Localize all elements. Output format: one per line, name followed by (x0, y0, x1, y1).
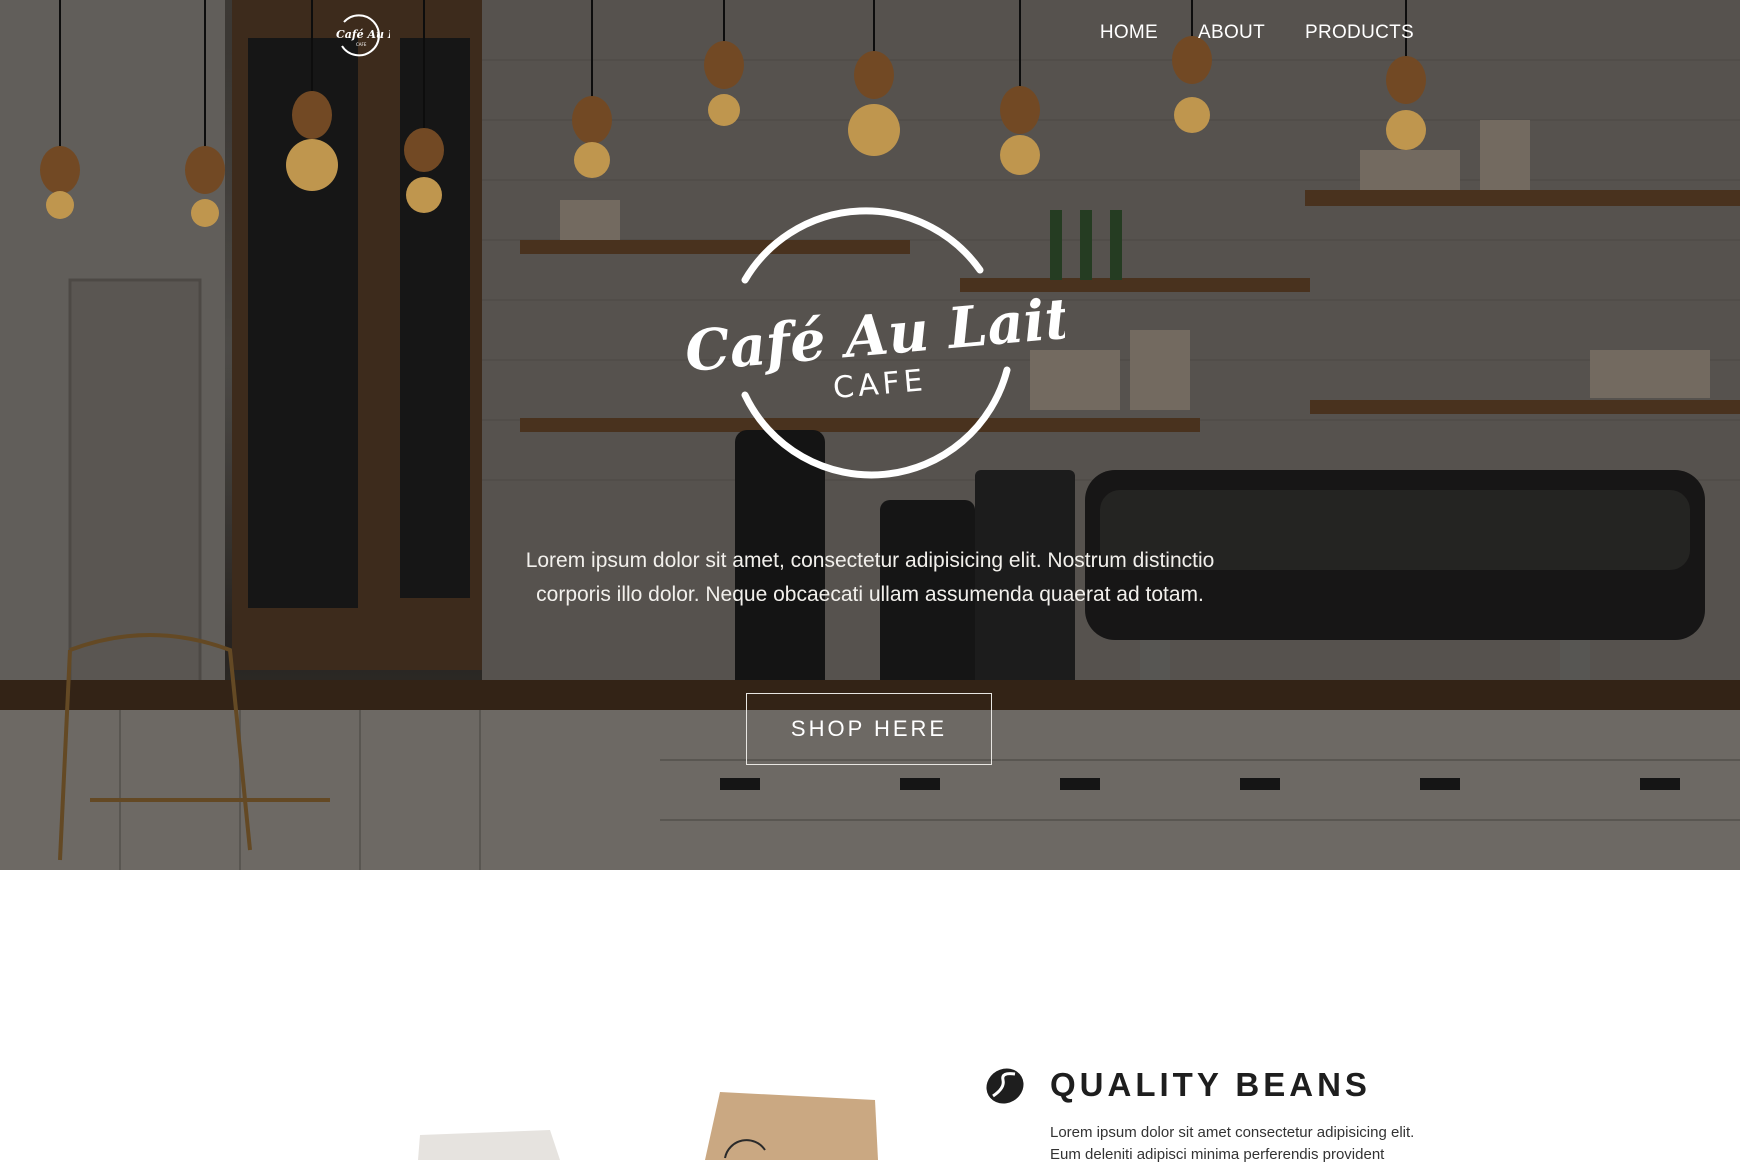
nav-products[interactable]: PRODUCTS (1305, 22, 1414, 44)
feature-description: Lorem ipsum dolor sit amet consectetur a… (1050, 1122, 1450, 1166)
cafe-au-lait-logo-icon: Café Au Lait CAFE (336, 14, 412, 57)
feature-text-line-2: Eum deleniti adipisci minima perferendis… (1050, 1146, 1385, 1163)
svg-text:CAFE: CAFE (356, 42, 367, 47)
coffee-bags-image (400, 1080, 920, 1165)
brand-tagline: CAFE (832, 363, 928, 406)
hero-logo: Café Au Lait CAFE (675, 190, 1073, 495)
hero-text-line-1: Lorem ipsum dolor sit amet, consectetur … (525, 549, 1215, 572)
svg-text:Café Au Lait: Café Au Lait (336, 28, 390, 41)
nav-about[interactable]: ABOUT (1198, 22, 1265, 44)
feature-text-line-1: Lorem ipsum dolor sit amet consectetur a… (1050, 1124, 1415, 1141)
main-nav: HOME ABOUT PRODUCTS (1100, 22, 1414, 44)
nav-logo[interactable]: Café Au Lait CAFE (332, 12, 412, 63)
hero-section: Café Au Lait CAFE HOME ABOUT PRODUCTS Ca… (0, 0, 1740, 870)
nav-home[interactable]: HOME (1100, 22, 1158, 44)
hero-text-line-2: corporis illo dolor. Neque obcaecati ull… (536, 583, 1204, 606)
shop-here-button[interactable]: SHOP HERE (746, 693, 992, 765)
hero-description: Lorem ipsum dolor sit amet, consectetur … (470, 544, 1270, 612)
feature-title: QUALITY BEANS (1050, 1066, 1371, 1103)
coffee-bean-icon (985, 1066, 1025, 1111)
